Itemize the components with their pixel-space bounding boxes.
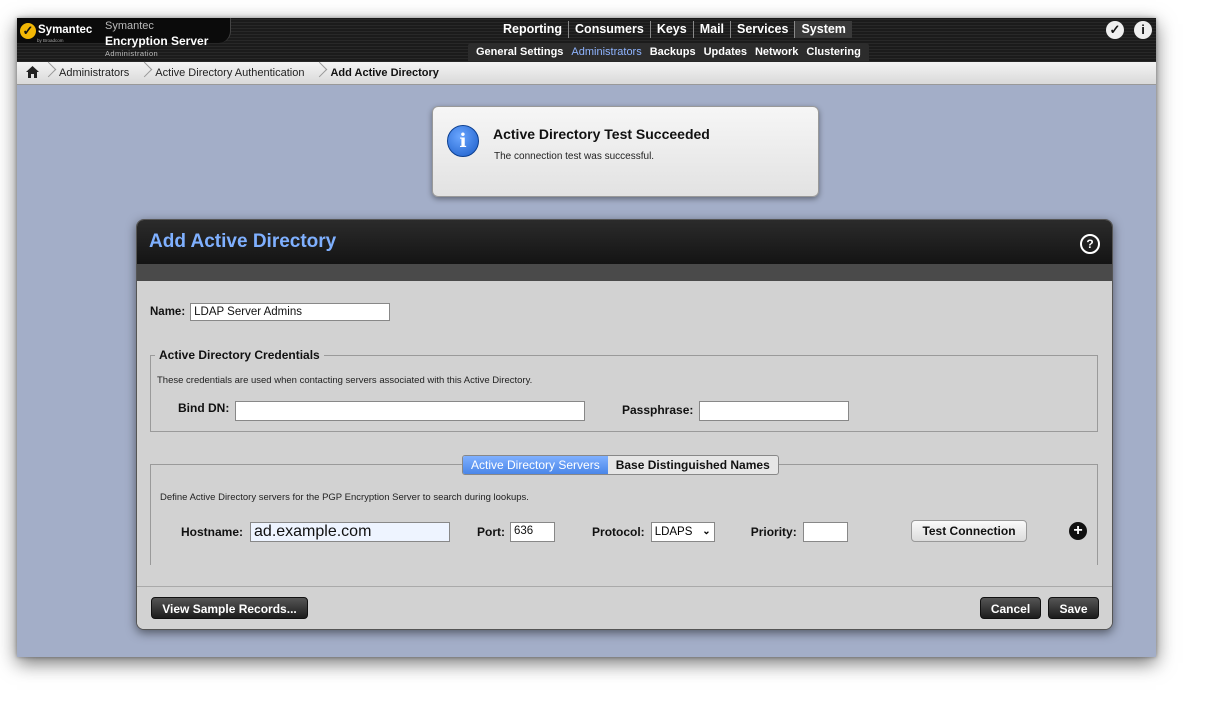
- nav-mail[interactable]: Mail: [694, 21, 732, 38]
- protocol-label: Protocol:: [592, 525, 645, 539]
- notification-box: i Active Directory Test Succeeded The co…: [432, 106, 819, 197]
- servers-fieldset: Define Active Directory servers for the …: [150, 464, 1098, 565]
- brand-area: ✓ Symantec by Broadcom Symantec Encrypti…: [17, 18, 231, 58]
- chevron-down-icon: ⌄: [702, 526, 711, 537]
- credentials-description: These credentials are used when contacti…: [157, 375, 533, 386]
- cancel-button[interactable]: Cancel: [980, 597, 1041, 619]
- notification-message: The connection test was successful.: [494, 151, 655, 162]
- protocol-value: LDAPS: [654, 526, 693, 538]
- hostname-label: Hostname:: [181, 525, 244, 539]
- product-name: Encryption Server: [105, 34, 209, 48]
- credentials-legend: Active Directory Credentials: [155, 348, 324, 362]
- protocol-select[interactable]: LDAPS ⌄: [650, 522, 715, 542]
- bind-dn-label: Bind DN:: [178, 401, 230, 415]
- breadcrumb-add-active-directory: Add Active Directory: [318, 67, 452, 79]
- nav-system[interactable]: System: [795, 21, 852, 38]
- tab-base-distinguished-names[interactable]: Base Distinguished Names: [608, 456, 778, 474]
- test-connection-button[interactable]: Test Connection: [911, 520, 1027, 542]
- add-active-directory-dialog: Add Active Directory ? Name: LDAP Server…: [136, 219, 1113, 630]
- dialog-title: Add Active Directory: [149, 231, 337, 252]
- info-icon: i: [447, 125, 479, 157]
- priority-input[interactable]: [802, 522, 848, 542]
- breadcrumb-administrators[interactable]: Administrators: [47, 67, 143, 79]
- bind-dn-input[interactable]: [235, 401, 585, 421]
- dialog-header: Add Active Directory ?: [137, 220, 1112, 264]
- product-subtitle: Administration: [105, 49, 159, 58]
- nav-keys[interactable]: Keys: [651, 21, 694, 38]
- server-row: Hostname: ad.example.com Port: 636 Proto…: [181, 521, 848, 543]
- dialog-header-strip: [137, 264, 1112, 281]
- passphrase-input[interactable]: [699, 401, 849, 421]
- app-window: ✓ Symantec by Broadcom Symantec Encrypti…: [17, 18, 1156, 657]
- priority-label: Priority:: [750, 525, 797, 539]
- top-icons: ✓ i: [1106, 21, 1152, 39]
- breadcrumb: Administrators Active Directory Authenti…: [17, 62, 1156, 85]
- notification-title: Active Directory Test Succeeded: [493, 126, 710, 142]
- logo-text: Symantec: [38, 24, 93, 36]
- subnav-backups[interactable]: Backups: [646, 43, 700, 61]
- info-icon[interactable]: i: [1134, 21, 1152, 39]
- save-button[interactable]: Save: [1048, 597, 1099, 619]
- passphrase-label: Passphrase:: [622, 403, 694, 417]
- servers-tabs: Active Directory Servers Base Distinguis…: [462, 455, 779, 475]
- nav-reporting[interactable]: Reporting: [497, 21, 570, 38]
- subnav-updates[interactable]: Updates: [700, 43, 751, 61]
- symantec-check-icon: ✓: [20, 23, 36, 39]
- port-label: Port:: [477, 525, 506, 539]
- check-icon[interactable]: ✓: [1106, 21, 1124, 39]
- sub-nav: General Settings Administrators Backups …: [468, 43, 869, 61]
- breadcrumb-ad-authentication[interactable]: Active Directory Authentication: [143, 67, 318, 79]
- servers-description: Define Active Directory servers for the …: [160, 492, 529, 503]
- subnav-clustering[interactable]: Clustering: [802, 43, 864, 61]
- subnav-network[interactable]: Network: [751, 43, 802, 61]
- subnav-administrators[interactable]: Administrators: [567, 43, 645, 61]
- top-header: ✓ Symantec by Broadcom Symantec Encrypti…: [17, 18, 1156, 62]
- hostname-input[interactable]: ad.example.com: [250, 522, 451, 542]
- subnav-general-settings[interactable]: General Settings: [472, 43, 567, 61]
- nav-services[interactable]: Services: [731, 21, 796, 38]
- dialog-footer: View Sample Records... Cancel Save: [137, 586, 1112, 629]
- nav-consumers[interactable]: Consumers: [569, 21, 651, 38]
- help-icon[interactable]: ?: [1080, 234, 1100, 254]
- logo-sub: by Broadcom: [37, 38, 64, 43]
- symantec-logo: ✓ Symantec by Broadcom: [20, 23, 102, 43]
- add-server-icon[interactable]: +: [1069, 522, 1087, 540]
- view-sample-records-button[interactable]: View Sample Records...: [151, 597, 308, 619]
- tab-active-directory-servers[interactable]: Active Directory Servers: [463, 456, 608, 474]
- name-row: Name: LDAP Server Admins: [150, 303, 391, 321]
- name-input[interactable]: LDAP Server Admins: [190, 303, 391, 321]
- name-label: Name:: [150, 306, 186, 318]
- port-input[interactable]: 636: [510, 522, 556, 542]
- credentials-fieldset: Active Directory Credentials These crede…: [150, 348, 1098, 432]
- main-nav: Reporting Consumers Keys Mail Services S…: [497, 21, 852, 38]
- product-line-1: Symantec: [105, 20, 154, 32]
